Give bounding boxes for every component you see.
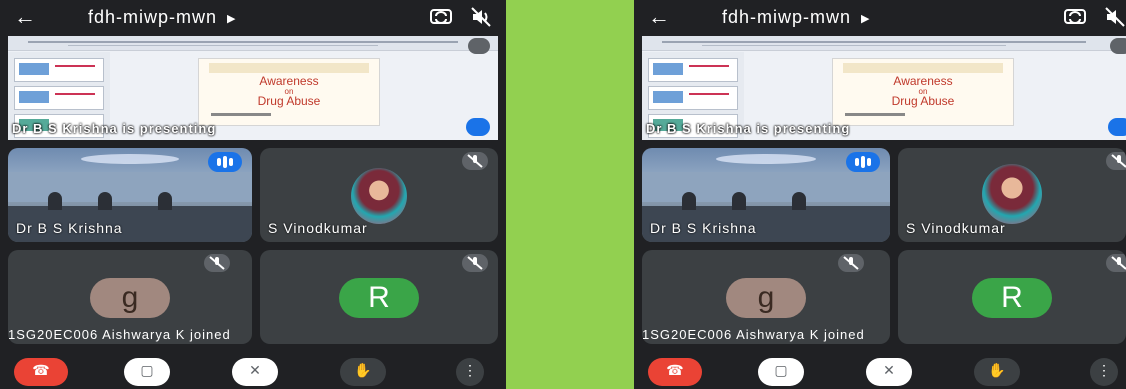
screen-share-tile[interactable]: Awareness on Drug Abuse Dr B S Krishna i… [642, 36, 1126, 140]
current-slide: Awareness on Drug Abuse [198, 58, 380, 126]
slide-title-line1: Awareness [893, 74, 953, 88]
mic-off-icon [838, 254, 864, 272]
current-slide: Awareness on Drug Abuse [832, 58, 1014, 126]
switch-camera-icon[interactable] [430, 7, 452, 25]
participant-name: S Vinodkumar [268, 220, 368, 236]
participant-tile[interactable]: R [260, 250, 498, 344]
avatar [982, 164, 1042, 224]
slide-title-line1: Awareness [259, 74, 319, 88]
screen-share-tile[interactable]: Awareness on Drug Abuse Dr B S Krishna i… [8, 36, 498, 140]
camera-off-icon: ▢ [140, 362, 154, 378]
participant-tile[interactable]: S Vinodkumar [898, 148, 1126, 242]
join-notification: 1SG20EC006 Aishwarya K joined [8, 327, 231, 342]
mic-toggle-button[interactable]: ✕ [232, 358, 278, 386]
avatar: g [726, 278, 806, 318]
switch-camera-icon[interactable] [1064, 7, 1086, 25]
camera-toggle-button[interactable]: ▢ [124, 358, 170, 386]
more-vert-icon: ⋮ [1097, 362, 1111, 378]
meeting-code[interactable]: fdh-miwp-mwn ▶ [722, 7, 871, 28]
more-vert-icon: ⋮ [463, 362, 477, 378]
mic-off-icon [1106, 152, 1126, 170]
speaker-off-icon[interactable] [1104, 6, 1126, 28]
camera-off-icon: ▢ [774, 362, 788, 378]
camera-toggle-button[interactable]: ▢ [758, 358, 804, 386]
more-options-button[interactable]: ⋮ [1090, 358, 1118, 386]
join-notification: 1SG20EC006 Aishwarya K joined [642, 327, 865, 342]
presenter-label: Dr B S Krishna is presenting [12, 121, 217, 136]
mic-off-icon [462, 254, 488, 272]
mic-off-icon [462, 152, 488, 170]
avatar: R [339, 278, 419, 318]
participant-name: Dr B S Krishna [16, 220, 123, 236]
mic-off-icon [1106, 254, 1126, 272]
presenter-label: Dr B S Krishna is presenting [646, 121, 851, 136]
slide-thumbnail [648, 58, 738, 82]
meeting-code[interactable]: fdh-miwp-mwn ▶ [88, 7, 237, 28]
end-call-button[interactable]: ☎ [648, 358, 702, 386]
slide-thumbnail [648, 86, 738, 110]
participant-tile[interactable]: S Vinodkumar [260, 148, 498, 242]
slide-title-line3: Drug Abuse [257, 94, 321, 108]
chevron-right-icon: ▶ [861, 12, 871, 25]
slide-thumbnail [14, 58, 104, 82]
fullscreen-icon[interactable] [466, 118, 490, 136]
speaking-indicator-icon [208, 152, 242, 172]
chevron-right-icon: ▶ [227, 12, 237, 25]
end-call-button[interactable]: ☎ [14, 358, 68, 386]
top-bar: ← fdh-miwp-mwn ▶ [634, 0, 1126, 36]
participant-tile[interactable]: R [898, 250, 1126, 344]
participant-tile[interactable]: Dr B S Krishna [642, 148, 890, 242]
mic-off-icon [1110, 38, 1126, 54]
phone-icon: ☎ [666, 362, 684, 378]
back-arrow-icon[interactable]: ← [14, 4, 36, 30]
more-options-button[interactable]: ⋮ [456, 358, 484, 386]
participant-tile[interactable]: Dr B S Krishna [8, 148, 252, 242]
mic-off-icon: ✕ [249, 362, 261, 378]
ppt-ribbon [8, 36, 498, 51]
participant-name: Dr B S Krishna [650, 220, 757, 236]
call-controls: ☎ ▢ ✕ ✋ ⋮ [634, 352, 1126, 389]
avatar: g [90, 278, 170, 318]
slide-title-line3: Drug Abuse [891, 94, 955, 108]
fullscreen-icon[interactable] [1108, 118, 1126, 136]
ppt-ribbon [642, 36, 1126, 51]
phone-icon: ☎ [32, 362, 50, 378]
avatar [351, 168, 407, 224]
hand-icon: ✋ [354, 362, 372, 378]
call-controls: ☎ ▢ ✕ ✋ ⋮ [0, 352, 506, 389]
speaking-indicator-icon [846, 152, 880, 172]
hand-icon: ✋ [988, 362, 1006, 378]
avatar: R [972, 278, 1052, 318]
top-bar: ← fdh-miwp-mwn ▶ [0, 0, 506, 36]
slide-thumbnail [14, 86, 104, 110]
meet-screen-left: ← fdh-miwp-mwn ▶ Awareness on Drug Abuse … [0, 0, 506, 389]
mic-off-icon [204, 254, 230, 272]
participant-name: S Vinodkumar [906, 220, 1006, 236]
mic-off-icon [468, 38, 490, 54]
raise-hand-button[interactable]: ✋ [340, 358, 386, 386]
back-arrow-icon[interactable]: ← [648, 4, 670, 30]
raise-hand-button[interactable]: ✋ [974, 358, 1020, 386]
meet-screen-right: ← fdh-miwp-mwn ▶ Awareness on Drug Abuse … [634, 0, 1126, 389]
mic-off-icon: ✕ [883, 362, 895, 378]
mic-toggle-button[interactable]: ✕ [866, 358, 912, 386]
speaker-off-icon[interactable] [470, 6, 492, 28]
